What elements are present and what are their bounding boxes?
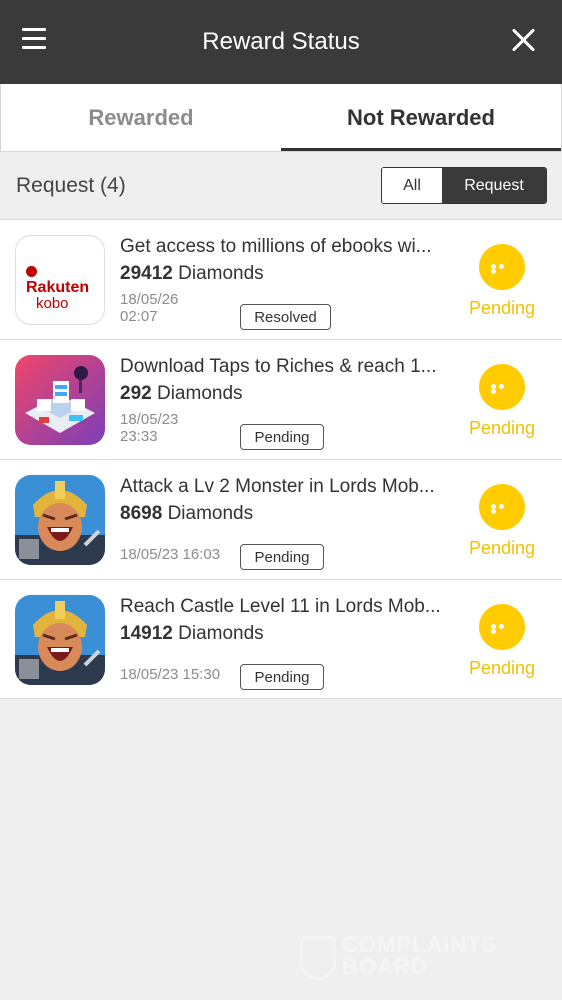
- pending-status-label: Pending: [468, 418, 536, 438]
- page-title: Reward Status: [202, 28, 360, 55]
- close-icon[interactable]: [510, 26, 536, 52]
- reward-unit: Diamonds: [156, 383, 243, 404]
- offer-title: Download Taps to Riches & reach 1...: [120, 356, 437, 377]
- reward-amount-value: 14912: [120, 623, 173, 644]
- request-date: 18/05/26 02:07: [120, 291, 179, 325]
- top-bar: Reward Status: [0, 0, 562, 84]
- reward-amount: 29412 Diamonds: [120, 263, 264, 285]
- shield-icon: [300, 936, 336, 980]
- request-header: Request (4) All Request: [0, 152, 562, 220]
- list-item[interactable]: Download Taps to Riches & reach 1... 292…: [0, 339, 562, 459]
- complaints-board-watermark: COMPLAINTS BOARD: [300, 934, 540, 984]
- reward-unit: Diamonds: [167, 503, 254, 524]
- status-badge: Pending: [240, 664, 324, 690]
- tab-rewarded[interactable]: Rewarded: [1, 84, 281, 151]
- request-date: 18/05/23 16:03: [120, 546, 221, 563]
- pending-status-label: Pending: [468, 538, 536, 558]
- list-item[interactable]: Rakuten kobo Get access to millions of e…: [0, 219, 562, 339]
- request-date: 18/05/23 23:33: [120, 411, 179, 445]
- filter-toggle: All Request: [381, 167, 547, 204]
- more-options-icon[interactable]: [479, 364, 525, 410]
- reward-unit: Diamonds: [178, 623, 264, 644]
- reward-amount: 14912 Diamonds: [120, 623, 264, 645]
- offer-title: Reach Castle Level 11 in Lords Mob...: [120, 596, 441, 617]
- rakuten-kobo-logo-text: Rakuten kobo: [26, 264, 98, 312]
- list-item[interactable]: Attack a Lv 2 Monster in Lords Mob... 86…: [0, 459, 562, 579]
- status-badge: Pending: [240, 544, 324, 570]
- pending-status-label: Pending: [468, 298, 536, 318]
- filter-all-button[interactable]: All: [382, 168, 442, 203]
- reward-amount: 8698 Diamonds: [120, 503, 253, 525]
- watermark-text: COMPLAINTS BOARD: [342, 932, 498, 979]
- offer-title: Attack a Lv 2 Monster in Lords Mob...: [120, 476, 435, 497]
- reward-amount-value: 292: [120, 383, 152, 404]
- more-options-icon[interactable]: [479, 484, 525, 530]
- offer-title: Get access to millions of ebooks wi...: [120, 236, 432, 257]
- reward-amount-value: 29412: [120, 263, 173, 284]
- reward-amount-value: 8698: [120, 503, 163, 524]
- reward-amount: 292 Diamonds: [120, 383, 243, 405]
- taps-to-riches-icon: [15, 355, 105, 445]
- list-item[interactable]: Reach Castle Level 11 in Lords Mob... 14…: [0, 579, 562, 699]
- pending-status-label: Pending: [468, 658, 536, 678]
- more-options-icon[interactable]: [479, 604, 525, 650]
- request-list: Rakuten kobo Get access to millions of e…: [0, 219, 562, 699]
- rakuten-kobo-icon: Rakuten kobo: [15, 235, 105, 325]
- tab-not-rewarded[interactable]: Not Rewarded: [281, 84, 561, 151]
- lords-mobile-icon: [15, 475, 105, 565]
- filter-request-button[interactable]: Request: [442, 168, 546, 203]
- request-date: 18/05/23 15:30: [120, 666, 221, 683]
- more-options-icon[interactable]: [479, 244, 525, 290]
- reward-tabs: Rewarded Not Rewarded: [0, 84, 562, 152]
- reward-unit: Diamonds: [178, 263, 264, 284]
- request-count-label: Request (4): [16, 174, 126, 197]
- lords-mobile-icon: [15, 595, 105, 685]
- status-badge: Resolved: [240, 304, 331, 330]
- status-badge: Pending: [240, 424, 324, 450]
